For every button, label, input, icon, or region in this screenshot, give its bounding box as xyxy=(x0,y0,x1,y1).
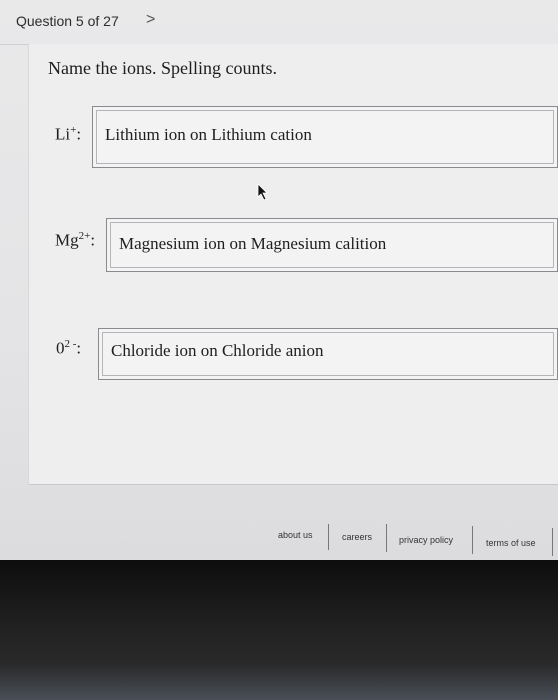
ion-label-magnesium: Mg2+: xyxy=(55,230,96,250)
question-prompt: Name the ions. Spelling counts. xyxy=(48,58,277,78)
question-counter: Question 5 of 27 xyxy=(16,13,119,29)
ion-charge: 2 - xyxy=(64,338,77,350)
ion-symbol: Li xyxy=(55,124,71,144)
next-question-chevron-icon[interactable]: > xyxy=(146,11,155,29)
footer-link-privacy-policy[interactable]: privacy policy xyxy=(399,535,453,545)
answer-text-oxide[interactable]: Chloride ion on Chloride anion xyxy=(111,341,323,361)
monitor-bezel xyxy=(0,560,558,700)
question-nav-bar: Question 5 of 27 > xyxy=(0,0,558,45)
footer-divider xyxy=(552,528,553,556)
answer-field-magnesium[interactable]: Magnesium ion on Magnesium calition xyxy=(106,218,558,272)
footer-divider xyxy=(328,524,329,550)
ion-charge: 2+ xyxy=(78,230,91,242)
answer-field-lithium[interactable]: Lithium ion on Lithium cation xyxy=(92,106,558,168)
footer-link-about-us[interactable]: about us xyxy=(278,530,313,540)
mouse-cursor-icon xyxy=(257,183,268,201)
answer-text-magnesium[interactable]: Magnesium ion on Magnesium calition xyxy=(119,234,386,254)
footer-link-careers[interactable]: careers xyxy=(342,532,372,542)
quiz-screen: Question 5 of 27 > Name the ions. Spelli… xyxy=(0,0,558,560)
ion-label-lithium: Li+: xyxy=(55,124,82,144)
ion-symbol: 0 xyxy=(56,338,65,358)
ion-label-oxide: 02 -: xyxy=(56,338,82,358)
answer-field-oxide[interactable]: Chloride ion on Chloride anion xyxy=(98,328,558,380)
answer-text-lithium[interactable]: Lithium ion on Lithium cation xyxy=(105,125,312,145)
footer-divider xyxy=(386,524,387,552)
footer-link-terms-of-use[interactable]: terms of use xyxy=(486,538,536,548)
footer-divider xyxy=(472,526,473,554)
ion-symbol: Mg xyxy=(55,230,79,250)
